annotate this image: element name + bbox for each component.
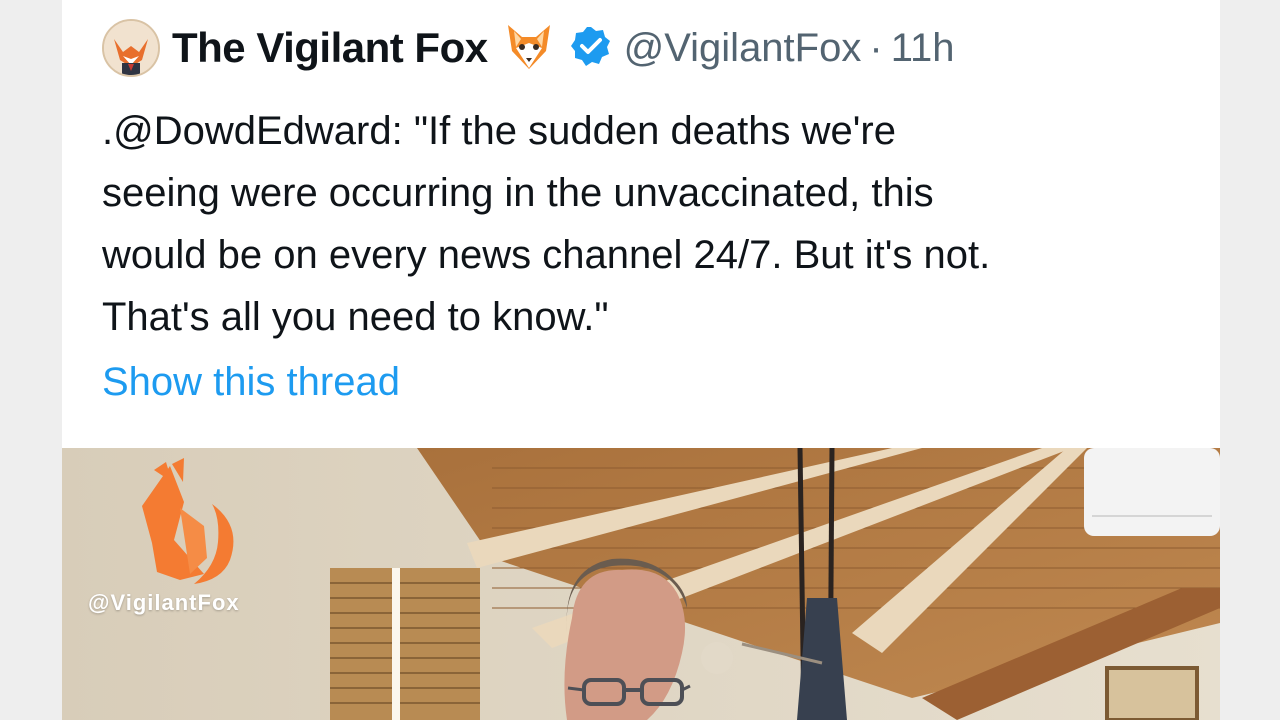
tweet-text-line: .@DowdEdward: "If the sudden deaths we'r… [102,109,896,153]
fox-face-emoji-icon [500,17,558,80]
tweet-text-line: would be on every news channel 24/7. But… [102,233,991,277]
screenshot-stage: The Vigilant Fox @VigilantFox · 11h .@Do… [0,0,1280,720]
display-name[interactable]: The Vigilant Fox [172,24,488,72]
fox-avatar-icon [104,21,158,75]
tweet-video[interactable]: @VigilantFox [62,448,1220,720]
separator-dot: · [869,25,883,70]
tweet-text: .@DowdEdward: "If the sudden deaths we'r… [102,100,1202,348]
video-frame [62,448,1220,720]
tweet-timestamp[interactable]: 11h [891,26,955,71]
left-margin [0,0,62,720]
tweet-text-line: seeing were occurring in the unvaccinate… [102,171,934,215]
show-thread-link[interactable]: Show this thread [102,360,400,405]
video-watermark: @VigilantFox [88,590,240,615]
tweet-handle[interactable]: @VigilantFox [624,26,862,71]
verified-badge-icon [570,25,612,72]
right-margin [1220,0,1280,720]
avatar[interactable] [102,19,160,77]
tweet-card[interactable]: The Vigilant Fox @VigilantFox · 11h .@Do… [62,0,1220,450]
tweet-header: The Vigilant Fox @VigilantFox · 11h [102,18,954,78]
tweet-text-line: That's all you need to know." [102,295,609,339]
